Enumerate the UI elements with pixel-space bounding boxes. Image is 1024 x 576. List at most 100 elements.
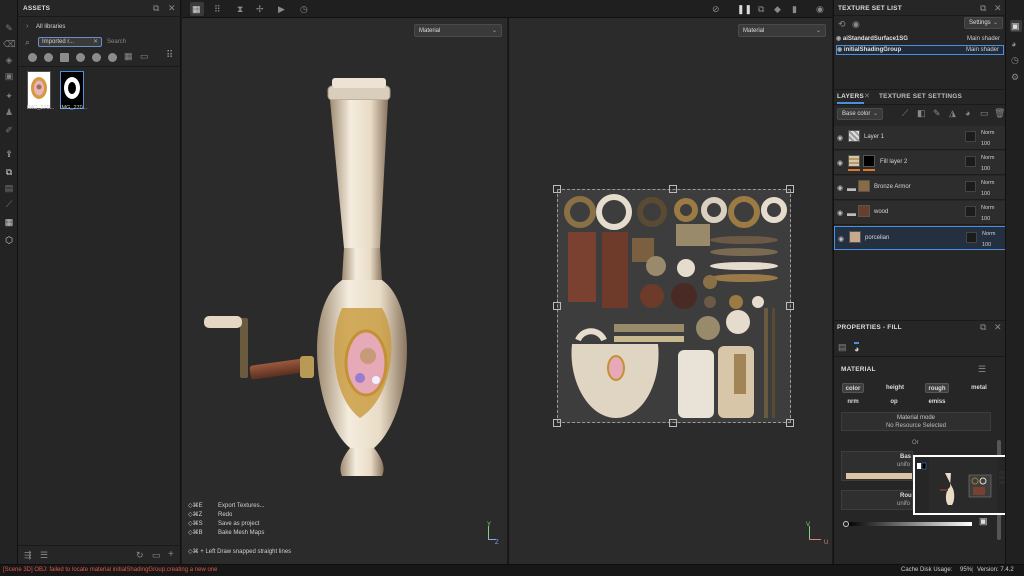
chip-close-icon[interactable]: ✕ xyxy=(93,39,98,46)
tab-layers[interactable]: LAYERS xyxy=(837,93,864,104)
channel-rough-button[interactable]: rough xyxy=(925,383,949,393)
filter-texture-icon[interactable] xyxy=(108,53,117,62)
base-color-swatch[interactable] xyxy=(846,473,912,479)
layer-blend[interactable]: Norm 100 xyxy=(981,128,994,150)
shader-icon[interactable]: ◕ xyxy=(1011,40,1016,49)
visibility-eye-icon[interactable]: ◉ xyxy=(837,134,843,142)
asset-thumb-selected[interactable] xyxy=(60,71,84,109)
layer-row[interactable]: ◉ Layer 1 Norm 100 xyxy=(834,126,1006,150)
uv-texture-sheet[interactable] xyxy=(557,189,791,423)
add-effect-icon[interactable]: ⟋ xyxy=(902,109,908,118)
display-settings-icon[interactable]: ⚙ xyxy=(1011,73,1019,82)
refresh-icon[interactable]: ↻ xyxy=(136,551,144,560)
asset-thumb[interactable] xyxy=(27,71,51,109)
list-icon[interactable]: ☰ xyxy=(40,551,48,560)
visibility-eye-icon[interactable]: ◉ xyxy=(837,209,843,217)
layer-blend[interactable]: Norm 100 xyxy=(982,229,995,251)
close-icon[interactable]: ✕ xyxy=(168,4,176,13)
float-icon[interactable]: ⧉ xyxy=(153,4,159,13)
view-mode-icon[interactable]: ⧉ xyxy=(758,5,764,14)
layer-row[interactable]: ◉ ▬ wood Norm 100 xyxy=(834,201,1006,225)
viewport-2d-mode-dropdown[interactable]: Material ⌄ xyxy=(738,24,826,37)
paint-brush-icon[interactable]: ✎ xyxy=(3,22,15,34)
filter-material-icon[interactable] xyxy=(60,53,69,62)
layer-row[interactable]: ◉ ▬ Bronze Armor Norm 100 xyxy=(834,176,1006,200)
ts-eye-icon[interactable]: ◉ xyxy=(837,47,844,53)
layer-blend[interactable]: Norm 100 xyxy=(981,203,994,225)
ts-sync-icon[interactable]: ⟲ xyxy=(838,20,846,29)
close-icon[interactable]: ✕ xyxy=(994,4,1002,13)
add-mask-icon[interactable]: ◧ xyxy=(917,109,926,118)
smudge-icon[interactable]: ✦ xyxy=(3,90,15,102)
fill-icon[interactable]: ⟋ xyxy=(3,198,15,210)
add-folder-icon[interactable]: ▭ xyxy=(980,109,989,118)
settings-dropdown[interactable]: Settings ⌄ xyxy=(964,17,1003,29)
cube-icon[interactable]: ◆ xyxy=(774,5,781,14)
texture-set-row[interactable]: ◉ aiStandardSurface1SG Main shader xyxy=(836,35,1004,45)
polyfill-icon[interactable]: ▤ xyxy=(3,182,15,194)
channel-op-button[interactable]: op xyxy=(884,397,904,407)
texture-set-icon[interactable]: ▣ xyxy=(1011,22,1020,31)
viewport-preview-thumbnail[interactable] xyxy=(913,455,1019,515)
chevron-right-icon[interactable]: › xyxy=(26,23,28,30)
channel-color-button[interactable]: color xyxy=(842,383,864,393)
tab-texture-set-settings[interactable]: TEXTURE SET SETTINGS xyxy=(879,93,962,100)
channel-emiss-button[interactable]: emiss xyxy=(925,397,949,407)
layer-mask[interactable] xyxy=(965,206,976,217)
export-icon[interactable]: ⇪ xyxy=(3,148,15,160)
layer-row-selected[interactable]: ◉ porcelian Norm 100 xyxy=(834,226,1006,250)
add-paint-layer-icon[interactable]: ✎ xyxy=(933,109,941,118)
filter-grid-icon[interactable]: ▦ xyxy=(124,52,133,61)
close-icon[interactable]: ✕ xyxy=(864,93,870,100)
visibility-eye-icon[interactable]: ◉ xyxy=(837,159,843,167)
add-icon[interactable]: + xyxy=(168,550,174,560)
visibility-eye-icon[interactable]: ◉ xyxy=(837,184,843,192)
folder-icon[interactable]: ▭ xyxy=(152,551,161,560)
filter-alpha-icon[interactable] xyxy=(92,53,101,62)
pause-icon[interactable]: ❚❚ xyxy=(737,5,752,14)
float-icon[interactable]: ⧉ xyxy=(980,4,986,13)
roughness-param[interactable]: Rou unifo xyxy=(841,490,913,510)
layout-single-icon[interactable]: ▦ xyxy=(192,5,201,14)
ts-eye-icon[interactable]: ◉ xyxy=(836,36,843,42)
fill-props-icon[interactable]: ▤ xyxy=(838,343,847,352)
viewport-2d[interactable]: Material ⌄ V U xyxy=(508,18,832,564)
close-icon[interactable]: ✕ xyxy=(994,323,1002,332)
layer-icon[interactable]: ▦ xyxy=(3,216,15,228)
history-icon[interactable]: ◷ xyxy=(300,5,308,14)
hide-icon[interactable]: ⊘ xyxy=(712,5,720,14)
filter-image-icon[interactable]: ▭ xyxy=(140,52,149,61)
ts-eye-icon[interactable]: ◉ xyxy=(852,20,860,29)
camera-align-icon[interactable]: ✢ xyxy=(256,5,264,14)
history-icon[interactable]: ◷ xyxy=(1011,56,1019,65)
float-icon[interactable]: ⧉ xyxy=(980,323,986,332)
channel-height-button[interactable]: height xyxy=(883,383,907,393)
channel-metal-button[interactable]: metal xyxy=(967,383,991,393)
stamp-icon[interactable]: ▣ xyxy=(3,70,15,82)
search-input[interactable]: Search xyxy=(107,39,126,45)
view-grid-icon[interactable]: ⠿ xyxy=(166,51,173,61)
visibility-eye-icon[interactable]: ◉ xyxy=(838,235,844,243)
bake-icon[interactable]: ⧉ xyxy=(3,166,15,178)
symmetry-icon[interactable]: ⧗ xyxy=(237,5,243,14)
filter-brush-icon[interactable] xyxy=(76,53,85,62)
layer-mask-thumb[interactable] xyxy=(863,155,875,167)
eraser-icon[interactable]: ⌫ xyxy=(3,38,16,50)
import-icon[interactable]: ⇶ xyxy=(24,551,32,560)
video-icon[interactable]: ▮ xyxy=(792,5,797,14)
channel-dropdown[interactable]: Base color ⌄ xyxy=(837,108,883,120)
base-color-param[interactable]: Bas unifo xyxy=(841,451,913,481)
add-fill-layer-icon[interactable]: ◮ xyxy=(949,109,956,118)
picker-icon[interactable]: ✐ xyxy=(3,124,15,136)
layer-mask[interactable] xyxy=(965,131,976,142)
layer-blend[interactable]: Norm 100 xyxy=(981,153,994,175)
viewport-3d[interactable]: Material ⌄ ◇⌘E Export Textures... ◇⌘Z Re… xyxy=(182,18,507,564)
add-smart-icon[interactable]: ◕ xyxy=(965,109,970,118)
layer-mask[interactable] xyxy=(966,232,977,243)
material-menu-icon[interactable]: ☰ xyxy=(978,365,986,374)
layer-mask[interactable] xyxy=(965,156,976,167)
channel-nrm-button[interactable]: nrm xyxy=(842,397,864,407)
layer-blend[interactable]: Norm 100 xyxy=(981,178,994,200)
clone-icon[interactable]: ♟ xyxy=(3,106,15,118)
texture-set-row-selected[interactable]: ◉ initialShadingGroup Main shader xyxy=(836,45,1004,55)
